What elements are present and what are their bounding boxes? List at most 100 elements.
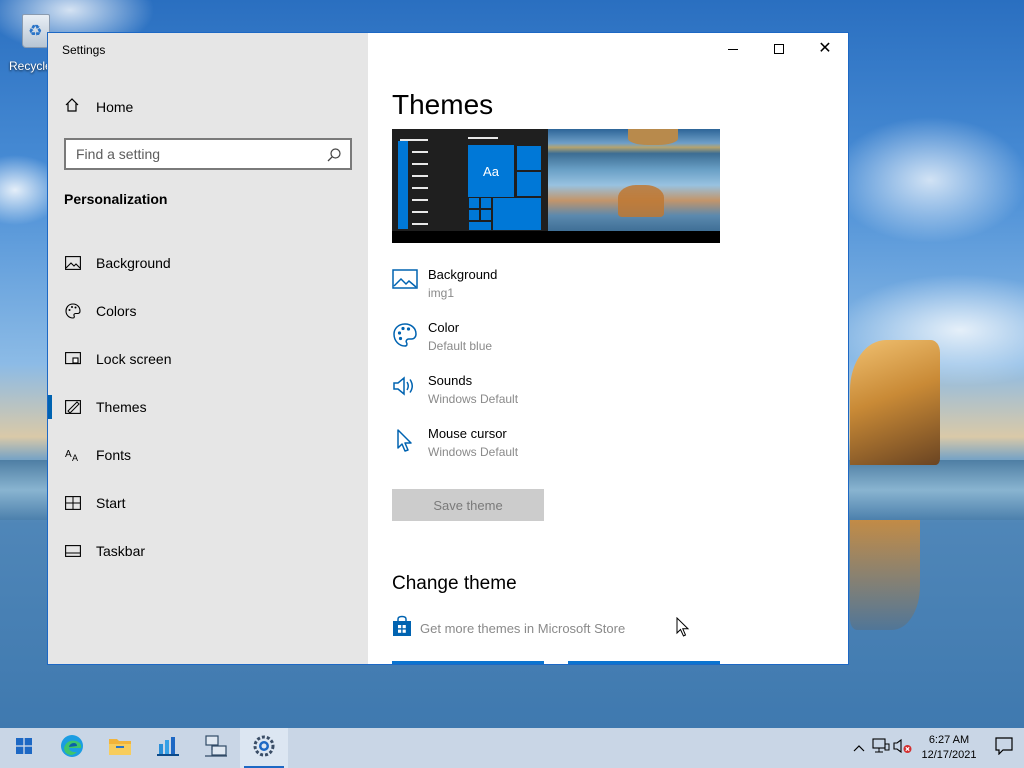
preview-line [412, 211, 428, 213]
sidebar-nav: Background Colors Lock screen Themes A A… [48, 239, 368, 575]
fonts-icon: AA [64, 446, 82, 464]
save-theme-button[interactable]: Save theme [392, 489, 544, 521]
wallpaper-cliff-reflection [850, 520, 920, 630]
action-center-button[interactable] [984, 728, 1024, 768]
theme-property-name: Sounds [428, 373, 473, 388]
change-theme-title: Change theme [392, 573, 517, 594]
taskbar-network[interactable] [192, 728, 240, 768]
palette-icon [392, 322, 418, 348]
store-bag-icon [392, 615, 412, 642]
network-icon [203, 734, 229, 763]
preview-line [412, 163, 428, 165]
preview-line [400, 139, 428, 141]
preview-line [412, 151, 428, 153]
preview-tile [516, 171, 542, 197]
image-icon [64, 254, 82, 272]
taskbar-file-explorer[interactable] [96, 728, 144, 768]
speaker-icon [392, 375, 418, 401]
preview-line [412, 175, 428, 177]
svg-text:A: A [72, 453, 78, 462]
start-icon [64, 494, 82, 512]
preview-tile [480, 209, 492, 221]
sidebar-item-label: Start [96, 495, 126, 511]
sidebar-item-label: Themes [96, 399, 147, 415]
preview-line [468, 137, 498, 139]
preview-wallpaper [548, 129, 720, 231]
sidebar-item-themes[interactable]: Themes [48, 383, 368, 431]
search-icon[interactable] [326, 147, 342, 168]
volume-muted-icon [893, 738, 913, 759]
store-link-label: Get more themes in Microsoft Store [420, 621, 626, 636]
theme-property-sounds[interactable]: Sounds Windows Default [392, 371, 692, 424]
palette-icon [64, 302, 82, 320]
preview-tile [480, 197, 492, 209]
theme-property-mouse-cursor[interactable]: Mouse cursor Windows Default [392, 424, 692, 477]
home-label: Home [96, 99, 134, 115]
theme-property-background[interactable]: Background img1 [392, 265, 692, 318]
theme-thumbnail[interactable] [568, 661, 720, 664]
page-title: Themes [392, 89, 494, 120]
sidebar-item-taskbar[interactable]: Taskbar [48, 527, 368, 575]
sidebar-home[interactable]: Home [64, 95, 133, 119]
start-button[interactable] [0, 728, 48, 768]
sidebar-item-label: Taskbar [96, 543, 146, 559]
preview-tile [516, 145, 542, 171]
network-status-icon [872, 737, 890, 759]
sidebar-item-fonts[interactable]: AA Fonts [48, 431, 368, 479]
sidebar-item-start[interactable]: Start [48, 479, 368, 527]
theme-property-value: Windows Default [428, 445, 519, 459]
theme-preview: Aa [392, 129, 720, 243]
volume-button[interactable] [892, 728, 914, 768]
taskbar-edge[interactable] [48, 728, 96, 768]
cursor-icon [392, 428, 418, 454]
sidebar-item-label: Lock screen [96, 351, 172, 367]
preview-tile [468, 197, 480, 209]
image-icon [392, 269, 418, 295]
chevron-up-icon [853, 739, 865, 757]
sidebar-item-label: Background [96, 255, 171, 271]
theme-property-color[interactable]: Color Default blue [392, 318, 692, 371]
taskbar-settings[interactable] [240, 728, 288, 768]
themes-icon [64, 398, 82, 416]
preview-tile [468, 221, 492, 231]
show-hidden-icons-button[interactable] [848, 728, 870, 768]
preview-rock-reflection [618, 185, 664, 217]
home-icon [64, 97, 80, 118]
server-manager-icon [156, 734, 180, 763]
window-title: Settings [62, 43, 106, 57]
taskbar-server-manager[interactable] [144, 728, 192, 768]
search-box[interactable] [64, 138, 352, 170]
preview-line [412, 199, 428, 201]
preview-line [412, 187, 428, 189]
taskbar-icon [64, 542, 82, 560]
theme-property-name: Color [428, 320, 460, 335]
recycle-bin-label: Recycle [9, 59, 52, 73]
section-title: Personalization [64, 191, 168, 207]
preview-sidebar [398, 141, 408, 229]
system-tray: 6:27 AM 12/17/2021 [848, 728, 1024, 768]
sidebar-item-background[interactable]: Background [48, 239, 368, 287]
preview-start-menu: Aa [392, 129, 548, 231]
theme-property-value: img1 [428, 286, 455, 300]
theme-property-name: Background [428, 267, 498, 282]
taskbar-clock[interactable]: 6:27 AM 12/17/2021 [914, 733, 984, 763]
settings-icon [253, 735, 275, 762]
svg-text:A: A [65, 449, 72, 460]
search-input[interactable] [76, 146, 316, 162]
preview-tile [468, 209, 480, 221]
sidebar-item-label: Fonts [96, 447, 132, 463]
store-themes-link[interactable]: Get more themes in Microsoft Store [392, 615, 625, 642]
recycle-bin-icon [22, 14, 50, 48]
file-explorer-icon [108, 736, 132, 761]
settings-window: Settings Home Personalization Background [47, 32, 849, 665]
windows-logo-icon [16, 737, 32, 759]
lock-screen-icon [64, 350, 82, 368]
network-status-button[interactable] [870, 728, 892, 768]
taskbar: 6:27 AM 12/17/2021 [0, 728, 1024, 768]
mouse-pointer-icon [676, 616, 690, 642]
sidebar-item-colors[interactable]: Colors [48, 287, 368, 335]
sidebar-item-lock-screen[interactable]: Lock screen [48, 335, 368, 383]
wallpaper-cliff [850, 340, 940, 465]
theme-thumbnail[interactable] [392, 661, 544, 664]
notification-icon [995, 736, 1013, 760]
